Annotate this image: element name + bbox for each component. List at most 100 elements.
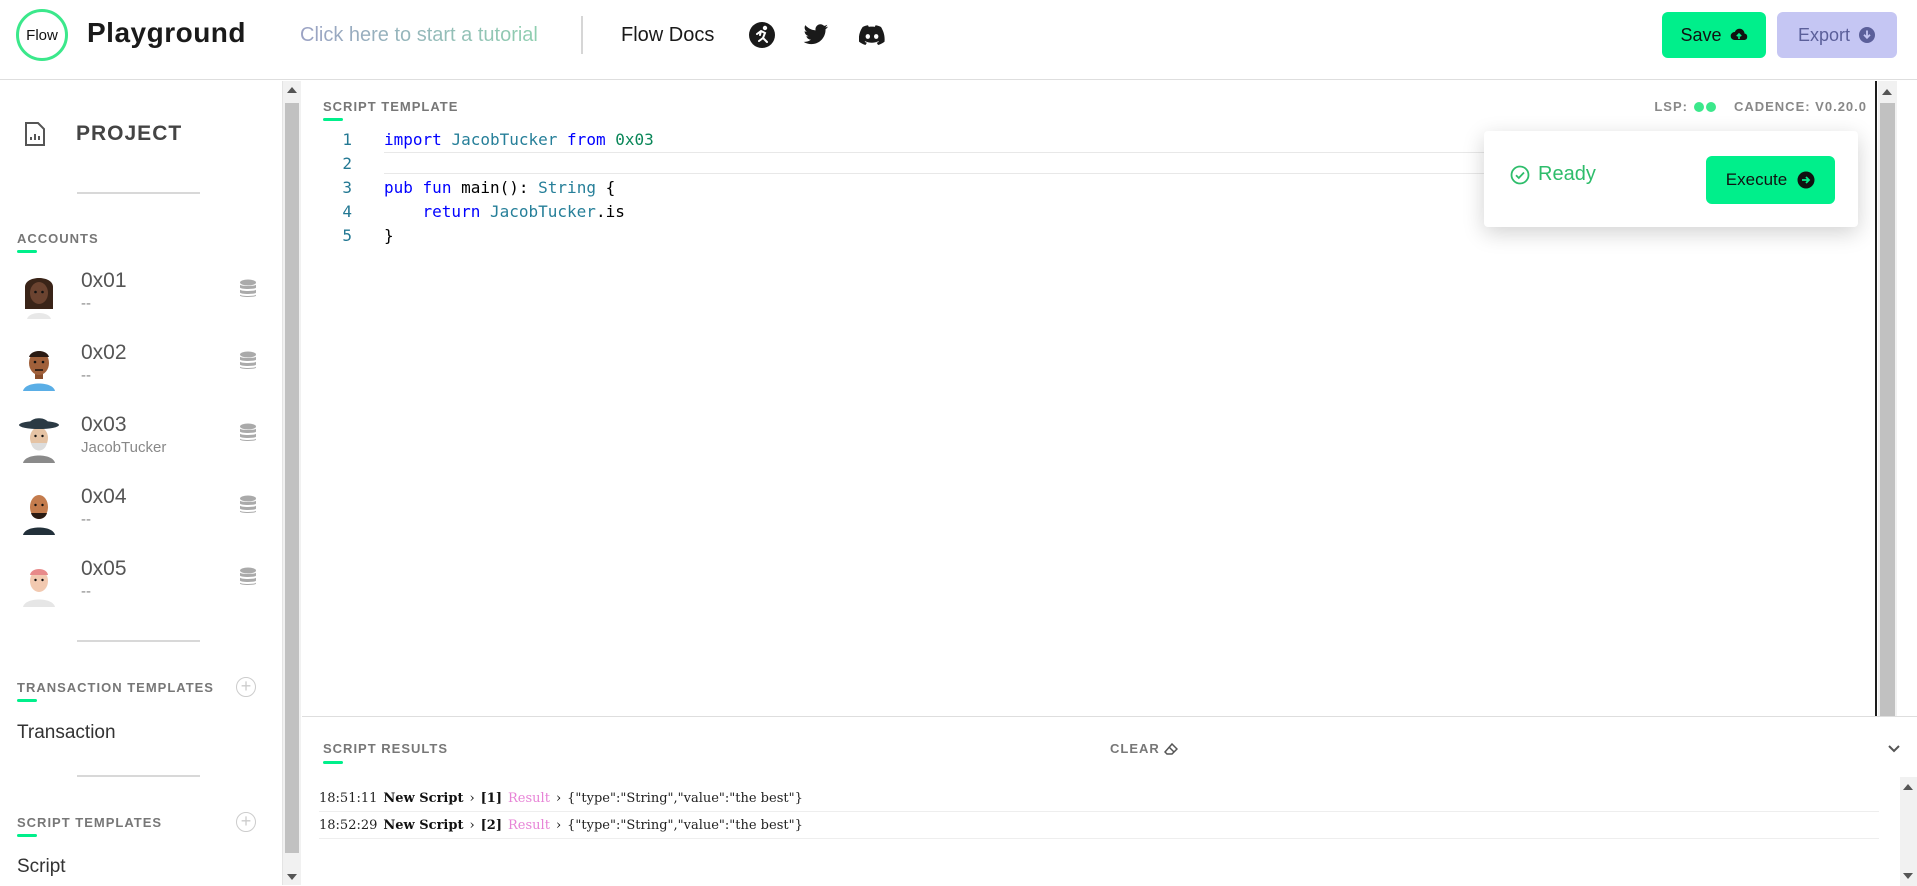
save-label: Save	[1680, 24, 1722, 45]
editor-scrollbar[interactable]	[1878, 81, 1897, 716]
clear-label: CLEAR	[1110, 741, 1160, 756]
log-index: [1]	[480, 790, 503, 806]
results-scrollbar[interactable]	[1900, 777, 1917, 886]
log-value: {"type":"String","value":"the best"}	[567, 790, 803, 806]
save-button[interactable]: Save	[1662, 12, 1766, 58]
document-icon	[25, 122, 45, 146]
account-item-0x01[interactable]: 0x01 --	[17, 263, 267, 327]
code-line[interactable]: 5 }	[302, 224, 1877, 248]
ready-status: Ready	[1510, 163, 1596, 186]
cadence-version: CADENCE: V0.20.0	[1733, 99, 1867, 114]
avatar	[23, 495, 55, 535]
account-item-0x02[interactable]: 0x02 --	[17, 335, 267, 399]
flow-runner-icon[interactable]	[747, 20, 777, 50]
account-item-0x05[interactable]: 0x05 --	[17, 551, 267, 615]
export-button[interactable]: Export	[1777, 12, 1897, 58]
accounts-label: ACCOUNTS	[17, 231, 99, 246]
logo-text: Flow	[26, 26, 58, 44]
twitter-icon[interactable]	[801, 20, 831, 50]
header-divider	[581, 16, 583, 54]
execute-panel: Ready Execute	[1484, 131, 1858, 227]
log-kind: Result	[508, 790, 550, 806]
line-number: 1	[342, 130, 352, 149]
avatar	[23, 569, 55, 607]
account-item-0x04[interactable]: 0x04 --	[17, 479, 267, 543]
script-templates-underline	[17, 834, 37, 837]
execute-button[interactable]: Execute	[1706, 156, 1835, 204]
results-title: SCRIPT RESULTS	[323, 741, 448, 756]
log-time: 18:51:11	[319, 790, 378, 806]
database-icon[interactable]	[239, 423, 257, 443]
tutorial-link[interactable]: Click here to start a tutorial	[300, 24, 538, 47]
account-address: 0x04	[81, 485, 127, 508]
arrow-right-circle-icon	[1797, 171, 1815, 189]
scrollbar-thumb[interactable]	[285, 103, 299, 853]
log-kind: Result	[508, 817, 550, 833]
flow-logo[interactable]: Flow	[16, 9, 68, 61]
chevron-down-icon[interactable]	[1885, 739, 1903, 757]
chevron-right-icon: ›	[469, 817, 475, 833]
result-log-row: 18:52:29 New Script › [2] Result › {"typ…	[319, 812, 1879, 839]
editor-title: SCRIPT TEMPLATE	[323, 99, 459, 114]
database-icon[interactable]	[239, 279, 257, 299]
sidebar-divider	[77, 640, 200, 642]
ready-label: Ready	[1538, 163, 1596, 185]
results-title-underline	[323, 761, 343, 764]
code-text: import JacobTucker from 0x03	[384, 130, 654, 149]
lsp-dot	[1693, 101, 1704, 112]
avatar	[19, 418, 59, 463]
log-time: 18:52:29	[319, 817, 378, 833]
code-text: }	[384, 226, 394, 245]
line-number: 3	[342, 178, 352, 197]
eraser-icon	[1163, 742, 1178, 755]
database-icon[interactable]	[239, 351, 257, 371]
database-icon[interactable]	[239, 567, 257, 587]
database-icon[interactable]	[239, 495, 257, 515]
add-transaction-icon[interactable]: +	[236, 677, 256, 697]
project-label: PROJECT	[76, 122, 183, 145]
avatar	[25, 278, 53, 319]
line-number: 4	[342, 202, 352, 221]
scrollbar-thumb[interactable]	[1880, 103, 1895, 716]
account-contract: JacobTucker	[81, 439, 167, 456]
add-script-icon[interactable]: +	[236, 812, 256, 832]
transaction-template-item[interactable]: Transaction	[17, 722, 116, 744]
execute-label: Execute	[1725, 170, 1788, 189]
editor-title-underline	[323, 118, 343, 121]
flow-docs-link[interactable]: Flow Docs	[621, 24, 714, 47]
transaction-templates-underline	[17, 699, 37, 702]
app-title: Playground	[87, 17, 247, 48]
line-number: 5	[342, 226, 352, 245]
account-address: 0x05	[81, 557, 127, 580]
editor-ruler	[1875, 81, 1877, 716]
chevron-right-icon: ›	[469, 790, 475, 806]
scroll-down-icon[interactable]	[287, 874, 297, 880]
log-label: New Script	[383, 790, 464, 806]
export-label: Export	[1797, 24, 1851, 45]
lsp-label: LSP:	[1654, 99, 1688, 114]
scroll-up-icon[interactable]	[1882, 89, 1892, 95]
sidebar-scrollbar[interactable]	[283, 81, 301, 885]
script-templates-label: SCRIPT TEMPLATES	[17, 815, 163, 830]
account-item-0x03[interactable]: 0x03 JacobTucker	[17, 407, 267, 471]
account-contract: --	[81, 295, 91, 312]
script-results-panel: SCRIPT RESULTS CLEAR 18:51:11 New Script…	[302, 716, 1917, 886]
discord-icon[interactable]	[857, 20, 887, 50]
avatar	[23, 351, 55, 391]
download-circle-icon	[1859, 27, 1876, 43]
clear-button[interactable]: CLEAR	[1110, 741, 1178, 756]
account-address: 0x03	[81, 413, 127, 436]
code-text: return JacobTucker.is	[422, 202, 625, 221]
sidebar-divider	[77, 775, 200, 777]
scroll-up-icon[interactable]	[1903, 784, 1913, 790]
check-circle-icon	[1510, 165, 1530, 184]
code-text	[384, 152, 1634, 174]
scroll-up-icon[interactable]	[287, 87, 297, 93]
scroll-down-icon[interactable]	[1903, 873, 1913, 879]
chevron-right-icon: ›	[555, 790, 562, 806]
cloud-upload-icon	[1730, 28, 1747, 40]
transaction-templates-label: TRANSACTION TEMPLATES	[17, 680, 214, 695]
log-index: [2]	[480, 817, 503, 833]
script-template-item[interactable]: Script	[17, 856, 66, 878]
account-contract: --	[81, 511, 91, 528]
